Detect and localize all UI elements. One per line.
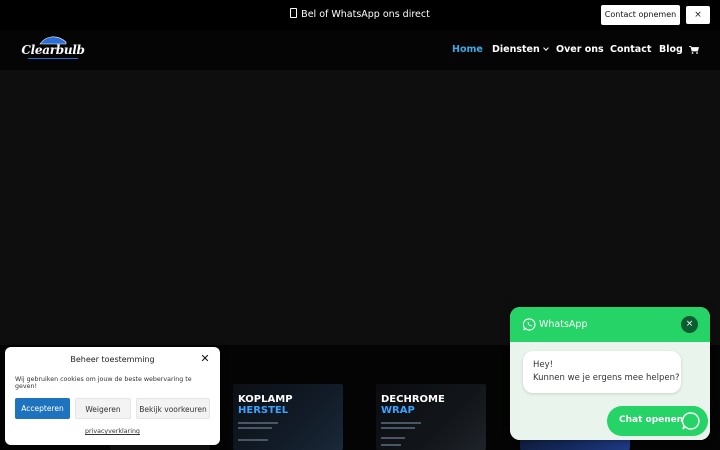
hero-section <box>0 70 720 345</box>
accept-button[interactable]: Accepteren <box>15 398 70 419</box>
card-title-line1: DECHROME <box>381 394 445 405</box>
contact-button[interactable]: Contact opnemen <box>601 5 680 25</box>
chat-bubble: Hey! Kunnen we je ergens mee helpen? <box>523 351 681 393</box>
card-text-line <box>381 422 421 424</box>
card-title-line2: HERSTEL <box>238 405 289 416</box>
nav-blog[interactable]: Blog <box>659 44 683 56</box>
close-icon[interactable]: ✕ <box>199 353 211 365</box>
nav-home[interactable]: Home <box>452 44 483 56</box>
whatsapp-widget: WhatsApp × Hey! Kunnen we je ergens mee … <box>510 307 710 440</box>
chat-greeting: Hey! <box>533 360 554 370</box>
cookie-description: Wij gebruiken cookies om jouw de beste w… <box>15 376 192 390</box>
chat-message: Kunnen we je ergens mee helpen? <box>533 373 680 383</box>
card-title-line2: WRAP <box>381 405 415 416</box>
card-text-line <box>238 439 268 441</box>
cookie-title: Beheer toestemming <box>70 355 155 364</box>
whatsapp-close-button[interactable]: × <box>681 316 698 333</box>
deny-button[interactable]: Weigeren <box>75 398 131 419</box>
open-chat-button[interactable]: Chat openen <box>607 406 708 436</box>
nav-diensten-label: Diensten <box>492 44 540 55</box>
service-card-dechrome[interactable]: DECHROME WRAP <box>376 384 486 450</box>
chevron-down-icon <box>542 45 549 51</box>
service-card-koplamp[interactable]: KOPLAMP HERSTEL <box>233 384 343 450</box>
topbar-close-button[interactable]: × <box>686 6 710 24</box>
privacy-link[interactable]: privacyverklaring <box>5 428 220 435</box>
preferences-button[interactable]: Bekijk voorkeuren <box>136 398 210 419</box>
card-text-line <box>381 444 401 446</box>
chat-bubble-icon <box>681 412 700 430</box>
logo[interactable]: Clearbulb <box>20 36 86 66</box>
card-text-line <box>381 437 405 439</box>
whatsapp-title: WhatsApp <box>539 319 588 330</box>
card-text-line <box>381 427 415 429</box>
whatsapp-icon <box>523 318 536 331</box>
card-title: KOPLAMP HERSTEL <box>238 394 293 416</box>
card-text-line <box>238 422 278 424</box>
open-chat-label: Chat openen <box>619 415 684 425</box>
cart-icon[interactable] <box>689 46 699 54</box>
logo-text: Clearbulb <box>21 43 85 57</box>
card-title-line1: KOPLAMP <box>238 394 293 405</box>
whatsapp-body: Hey! Kunnen we je ergens mee helpen? Cha… <box>510 342 710 440</box>
cookie-banner: Beheer toestemming ✕ Wij gebruiken cooki… <box>5 347 220 445</box>
nav-diensten[interactable]: Diensten <box>492 44 549 56</box>
card-text-line <box>238 427 272 429</box>
nav-over-ons[interactable]: Over ons <box>556 44 604 56</box>
whatsapp-header: WhatsApp × <box>510 307 710 342</box>
nav-contact[interactable]: Contact <box>610 44 651 56</box>
logo-underline <box>28 58 78 59</box>
card-title: DECHROME WRAP <box>381 394 445 416</box>
